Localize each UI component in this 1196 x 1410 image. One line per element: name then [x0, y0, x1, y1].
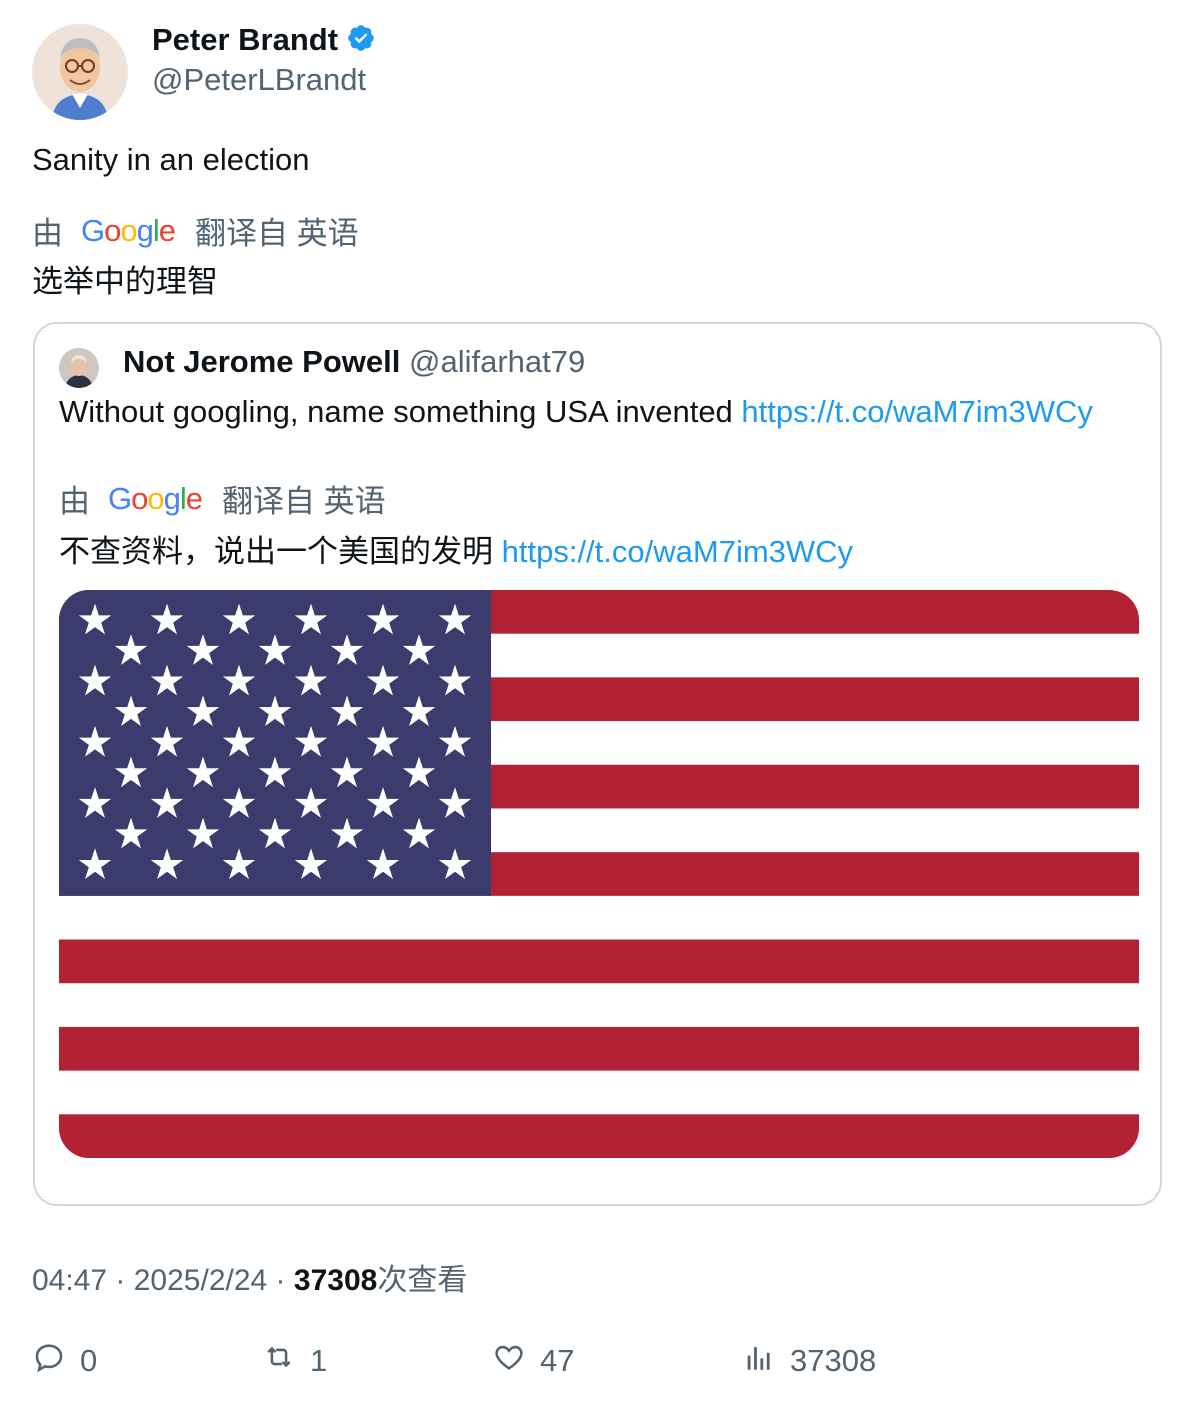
us-flag-image	[59, 590, 1139, 1158]
tweet-date[interactable]: 2025/2/24	[134, 1264, 267, 1297]
verified-badge-icon	[346, 23, 376, 58]
views-count: 37308	[790, 1343, 877, 1378]
quoted-author-name[interactable]: Not Jerome Powell	[123, 344, 400, 379]
tweet-translation-text: 选举中的理智	[32, 264, 218, 299]
reply-icon	[32, 1340, 66, 1382]
views-button[interactable]: 37308	[742, 1340, 876, 1382]
quoted-text-body: Without googling, name something USA inv…	[59, 394, 742, 429]
author-name[interactable]: Peter Brandt	[152, 22, 338, 58]
google-logo[interactable]: Google	[108, 481, 203, 517]
translated-from-label: 翻译自 英语	[195, 216, 359, 251]
quoted-translated-from-label: 翻译自 英语	[222, 484, 386, 519]
flag-stripe	[59, 983, 1139, 1028]
translation-attribution: 由 Google 翻译自 英语	[32, 208, 359, 253]
flag-stripe	[59, 1114, 1139, 1158]
author-handle[interactable]: @PeterLBrandt	[152, 62, 366, 98]
author-avatar[interactable]	[32, 24, 128, 120]
quoted-author-avatar	[59, 348, 99, 388]
tweet-meta: 04:47 · 2025/2/24 · 37308次查看	[32, 1255, 467, 1299]
like-icon	[492, 1340, 526, 1382]
like-count: 47	[540, 1343, 575, 1378]
quoted-tweet-card[interactable]: Not Jerome Powell @alifarhat79 Without g…	[33, 322, 1162, 1206]
retweet-button[interactable]: 1	[262, 1340, 327, 1382]
flag-stripe	[59, 1070, 1139, 1115]
quoted-tweet-link[interactable]: https://t.co/waM7im3WCy	[741, 394, 1092, 429]
tweet-time[interactable]: 04:47	[32, 1264, 107, 1297]
meta-separator: ·	[107, 1264, 134, 1297]
views-label: 次查看	[377, 1264, 468, 1297]
quoted-author-handle[interactable]: @alifarhat79	[409, 344, 585, 379]
reply-button[interactable]: 0	[32, 1340, 97, 1382]
quoted-translation-link[interactable]: https://t.co/waM7im3WCy	[502, 534, 853, 569]
reply-count: 0	[80, 1343, 98, 1378]
views-icon	[742, 1340, 776, 1382]
like-button[interactable]: 47	[492, 1340, 574, 1382]
flag-stripe	[59, 1026, 1139, 1072]
google-logo[interactable]: Google	[81, 213, 176, 249]
tweet-text: Sanity in an election	[32, 142, 310, 177]
flag-stripe	[59, 895, 1139, 941]
quoted-translation-body: 不查资料，说出一个美国的发明	[59, 534, 502, 569]
translated-by-label: 由	[32, 216, 63, 251]
view-count: 37308	[293, 1264, 378, 1297]
quoted-tweet-text: Without googling, name something USA inv…	[59, 394, 1093, 430]
action-bar: 0 1 47 37308	[0, 1340, 1196, 1384]
flag-stripe	[59, 939, 1139, 984]
quoted-translation-text: 不查资料，说出一个美国的发明 https://t.co/waM7im3WCy	[59, 526, 853, 571]
meta-separator: ·	[267, 1264, 294, 1297]
quoted-media-image[interactable]	[59, 590, 1139, 1158]
retweet-count: 1	[310, 1343, 328, 1378]
quoted-translated-by-label: 由	[59, 484, 90, 519]
quoted-translation-attribution: 由 Google 翻译自 英语	[59, 476, 386, 521]
retweet-icon	[262, 1340, 296, 1382]
